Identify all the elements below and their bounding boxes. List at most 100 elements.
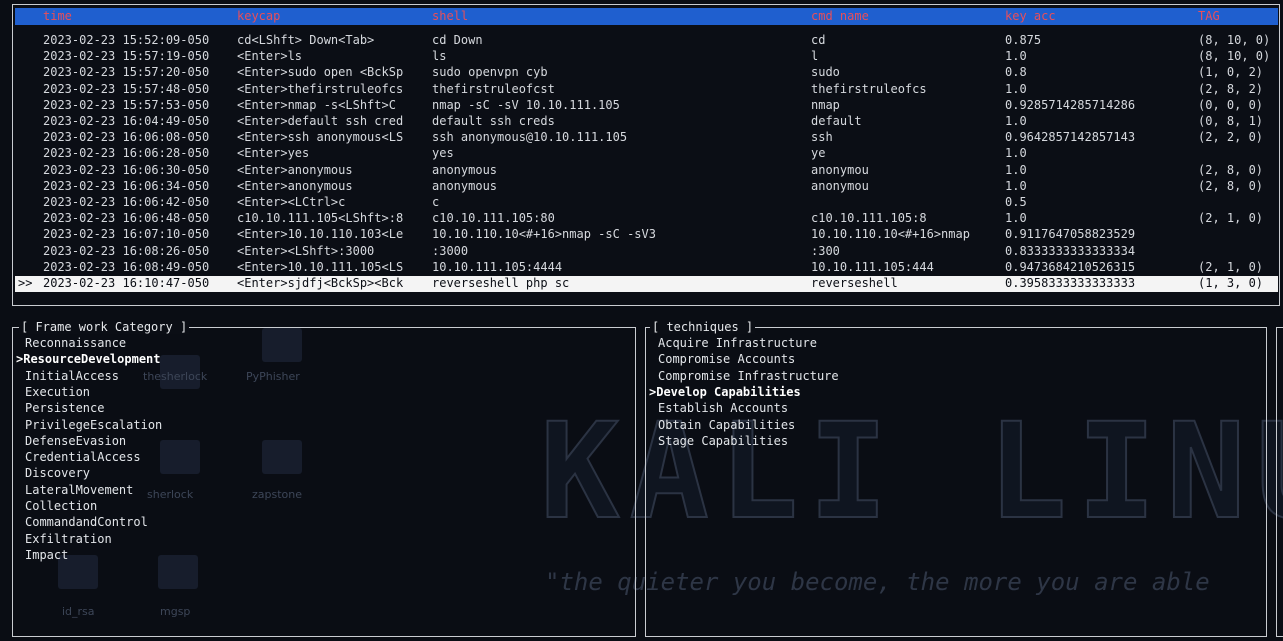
cell-shell: ls bbox=[432, 49, 447, 64]
techniques-panel: [ techniques ] Acquire Infrastructure Com… bbox=[645, 320, 1267, 637]
cell-shell: default ssh creds bbox=[432, 114, 555, 128]
cell-tag: (2, 2, 0) bbox=[1198, 130, 1264, 145]
table-row[interactable]: 2023-02-23 16:04:49-050 <Enter>default ss… bbox=[15, 114, 1278, 130]
cell-time: 2023-02-23 16:06:30-050 bbox=[43, 162, 210, 177]
cell-time: 2023-02-23 15:57:48-050 bbox=[43, 81, 210, 96]
framework-category-item[interactable]: Collection bbox=[25, 499, 97, 513]
framework-category-item[interactable]: InitialAccess bbox=[25, 369, 119, 383]
cell-key-acc: 1.0 bbox=[1005, 178, 1027, 193]
cell-keycap: <Enter>anonymous bbox=[237, 162, 353, 177]
technique-item[interactable]: Compromise Accounts bbox=[658, 352, 795, 366]
cell-tag: (2, 1, 0) bbox=[1198, 259, 1264, 274]
framework-category-item[interactable]: Reconnaissance bbox=[25, 336, 126, 350]
cell-key-acc: 0.9473684210526315 bbox=[1005, 259, 1136, 274]
cell-key-acc: 1.0 bbox=[1005, 146, 1027, 161]
cell-time: 2023-02-23 16:08:26-050 bbox=[43, 243, 210, 258]
keylog-table: time keycap shell cmd name key acc TAG 2… bbox=[12, 4, 1280, 306]
technique-item[interactable]: Obtain Capabilities bbox=[658, 418, 795, 432]
framework-category-item[interactable]: Execution bbox=[25, 385, 90, 399]
cell-keycap: c10.10.111.105<LShft>:8 bbox=[237, 211, 404, 226]
technique-item[interactable]: Acquire Infrastructure bbox=[658, 336, 817, 350]
cell-shell: c10.10.111.105:80 bbox=[432, 211, 555, 226]
table-row[interactable]: 2023-02-23 15:57:53-050 <Enter>nmap -s<LS… bbox=[15, 98, 1278, 114]
cell-time: 2023-02-23 16:04:49-050 bbox=[43, 114, 210, 128]
table-row[interactable]: 2023-02-23 16:08:26-050 <Enter><LShft>:30… bbox=[15, 244, 1278, 260]
cell-key-acc: 0.9642857142857143 bbox=[1005, 130, 1136, 145]
table-row[interactable]: 2023-02-23 16:06:28-050 <Enter>yes yes ye 1.… bbox=[15, 146, 1278, 162]
table-row[interactable]: 2023-02-23 16:06:48-050 c10.10.111.105<LS… bbox=[15, 211, 1278, 227]
table-row-selected[interactable]: >> 2023-02-23 16:10:47-050 <Enter>sjdfj<Bc… bbox=[15, 276, 1278, 292]
cell-shell: 10.10.111.105:4444 bbox=[432, 259, 563, 274]
cell-keycap: <Enter>default ssh cred bbox=[237, 114, 404, 128]
cell-tag: (2, 8, 2) bbox=[1198, 81, 1264, 96]
header-cmd-name[interactable]: cmd name bbox=[811, 9, 1001, 23]
framework-category-item[interactable]: Impact bbox=[25, 548, 68, 562]
cell-tag: (2, 1, 0) bbox=[1198, 211, 1264, 226]
header-shell[interactable]: shell bbox=[432, 9, 810, 23]
cell-keycap: <Enter>10.10.110.103<Le bbox=[237, 227, 404, 242]
cell-keycap: <Enter>anonymous bbox=[237, 178, 353, 193]
table-row[interactable]: 2023-02-23 16:07:10-050 <Enter>10.10.110.… bbox=[15, 227, 1278, 243]
cell-keycap: <Enter><LShft>:3000 bbox=[237, 243, 375, 258]
table-row[interactable]: 2023-02-23 16:06:30-050 <Enter>anonymous a… bbox=[15, 163, 1278, 179]
framework-category-item[interactable]: Exfiltration bbox=[25, 532, 112, 546]
cell-time: 2023-02-23 16:06:48-050 bbox=[43, 211, 210, 226]
row-pointer: >> bbox=[18, 276, 33, 290]
table-row[interactable]: 2023-02-23 16:06:08-050 <Enter>ssh anonym… bbox=[15, 130, 1278, 146]
cell-cmd-name: anonymou bbox=[811, 162, 869, 177]
cell-keycap: <Enter><LCtrl>c bbox=[237, 195, 346, 209]
technique-item[interactable]: Stage Capabilities bbox=[658, 434, 788, 448]
framework-category-item[interactable]: >ResourceDevelopment bbox=[16, 352, 161, 366]
header-key-acc[interactable]: key acc bbox=[1005, 9, 1185, 23]
framework-category-item[interactable]: PrivilegeEscalation bbox=[25, 418, 162, 432]
cell-time: 2023-02-23 15:57:19-050 bbox=[43, 49, 210, 64]
cell-cmd-name: thefirstruleofcs bbox=[811, 81, 927, 96]
table-row[interactable]: 2023-02-23 15:57:48-050 <Enter>thefirstru… bbox=[15, 82, 1278, 98]
cell-cmd-name: ssh bbox=[811, 130, 833, 145]
cell-cmd-name: cd bbox=[811, 33, 826, 47]
framework-category-item[interactable]: CredentialAccess bbox=[25, 450, 141, 464]
side-panel-edge bbox=[1276, 327, 1283, 637]
framework-category-item[interactable]: LateralMovement bbox=[25, 483, 133, 497]
cell-key-acc: 0.5 bbox=[1005, 195, 1027, 209]
framework-category-panel: [ Frame work Category ] Reconnaissance >R… bbox=[12, 320, 636, 637]
cell-time: 2023-02-23 15:57:53-050 bbox=[43, 97, 210, 112]
cell-key-acc: 0.9117647058823529 bbox=[1005, 227, 1136, 242]
cell-cmd-name: c10.10.111.105:8 bbox=[811, 211, 927, 226]
technique-item[interactable]: Establish Accounts bbox=[658, 401, 788, 415]
table-row[interactable]: 2023-02-23 15:57:20-050 <Enter>sudo open … bbox=[15, 65, 1278, 81]
cell-shell: ssh anonymous@10.10.111.105 bbox=[432, 130, 628, 145]
cell-shell: anonymous bbox=[432, 162, 498, 177]
cell-cmd-name: default bbox=[811, 114, 862, 128]
cell-time: 2023-02-23 15:52:09-050 bbox=[43, 33, 210, 47]
cell-shell: c bbox=[432, 195, 440, 209]
cell-key-acc: 0.875 bbox=[1005, 33, 1042, 47]
table-row[interactable]: 2023-02-23 15:52:09-050 cd<LShft> Down<Ta… bbox=[15, 33, 1278, 49]
cell-shell: sudo openvpn cyb bbox=[432, 65, 548, 80]
cell-cmd-name: nmap bbox=[811, 97, 840, 112]
cell-time: 2023-02-23 16:06:28-050 bbox=[43, 146, 210, 161]
cell-key-acc: 1.0 bbox=[1005, 114, 1027, 128]
framework-category-item[interactable]: CommandandControl bbox=[25, 515, 148, 529]
cell-time: 2023-02-23 16:06:42-050 bbox=[43, 195, 210, 209]
framework-category-item[interactable]: Persistence bbox=[25, 401, 104, 415]
table-row[interactable]: 2023-02-23 16:08:49-050 <Enter>10.10.111.… bbox=[15, 260, 1278, 276]
framework-category-item[interactable]: DefenseEvasion bbox=[25, 434, 126, 448]
table-row[interactable]: 2023-02-23 16:06:42-050 <Enter><LCtrl>c c 0… bbox=[15, 195, 1278, 211]
table-row[interactable]: 2023-02-23 16:06:34-050 <Enter>anonymous a… bbox=[15, 179, 1278, 195]
cell-cmd-name: 10.10.111.105:444 bbox=[811, 259, 934, 274]
cell-key-acc: 1.0 bbox=[1005, 81, 1027, 96]
cell-time: 2023-02-23 16:06:08-050 bbox=[43, 130, 210, 145]
header-time[interactable]: time bbox=[43, 9, 233, 23]
cell-shell: :3000 bbox=[432, 243, 469, 258]
framework-category-item[interactable]: Discovery bbox=[25, 466, 90, 480]
techniques-title: [ techniques ] bbox=[650, 320, 756, 334]
technique-item[interactable]: Compromise Infrastructure bbox=[658, 369, 839, 383]
header-keycap[interactable]: keycap bbox=[237, 9, 429, 23]
cell-cmd-name: 10.10.110.10<#+16>nmap bbox=[811, 227, 970, 242]
technique-item[interactable]: >Develop Capabilities bbox=[649, 385, 801, 399]
cell-tag: (0, 8, 1) bbox=[1198, 114, 1264, 128]
cell-cmd-name: :300 bbox=[811, 243, 840, 258]
table-row[interactable]: 2023-02-23 15:57:19-050 <Enter>ls ls l 1.0 (8… bbox=[15, 49, 1278, 65]
header-tag[interactable]: TAG bbox=[1198, 9, 1280, 23]
